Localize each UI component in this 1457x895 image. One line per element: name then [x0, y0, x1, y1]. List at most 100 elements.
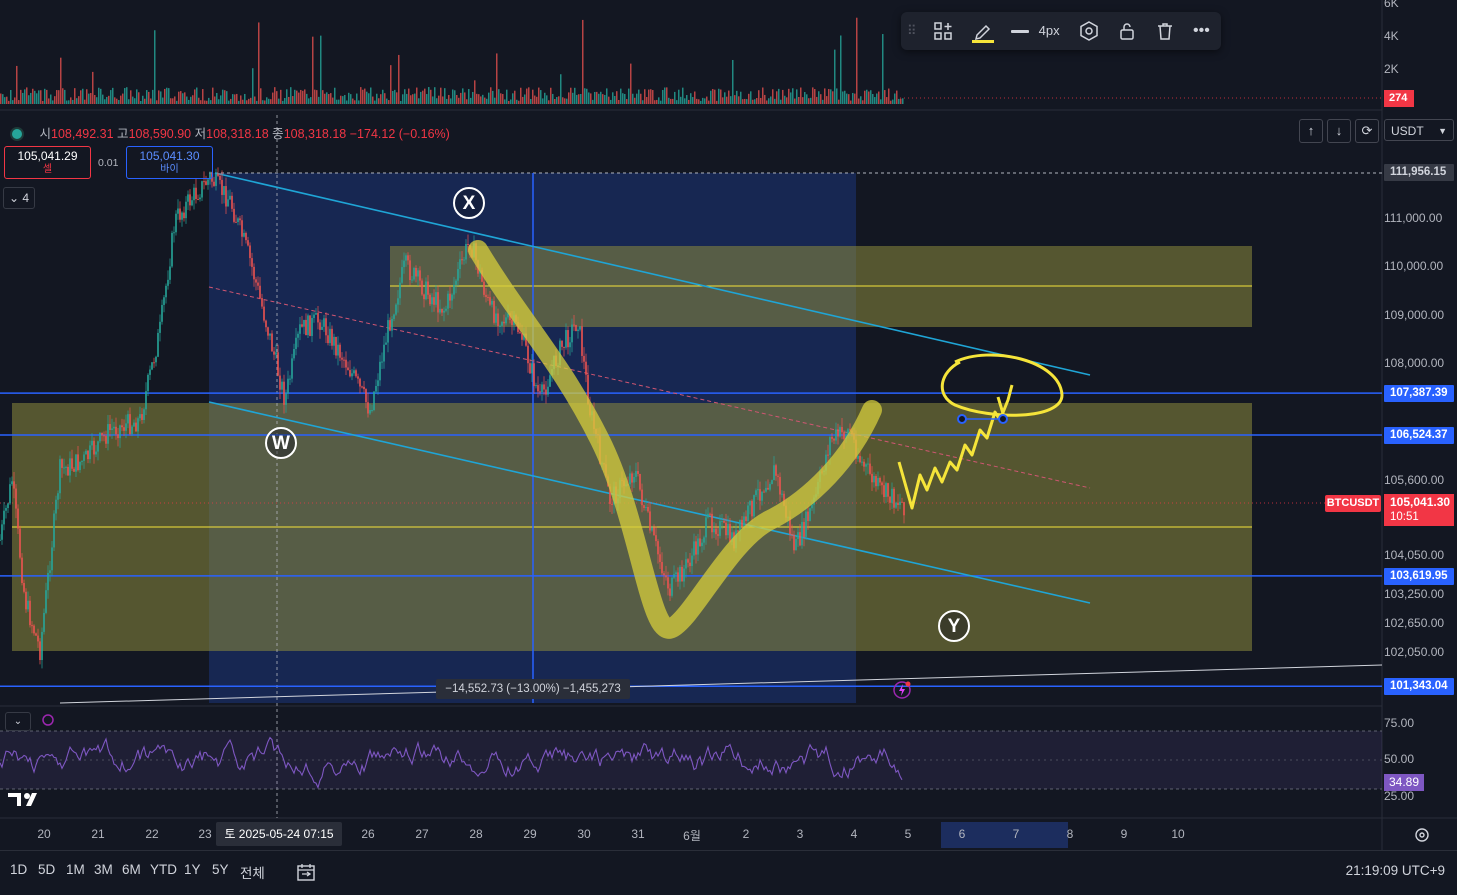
drag-handle-icon[interactable]: ⠿ [907, 21, 917, 41]
volume-bar [792, 88, 794, 104]
volume-bar [284, 97, 286, 104]
candle-body [175, 213, 177, 233]
volume-bar [612, 92, 614, 104]
time-axis-label: 30 [577, 827, 591, 841]
volume-bar [388, 100, 390, 104]
volume-bar [754, 99, 756, 104]
replay-button[interactable]: ⟳ [1355, 119, 1379, 143]
volume-bar [454, 90, 456, 104]
time-axis-label: 29 [523, 827, 537, 841]
candle-body [227, 199, 229, 207]
time-axis-label: 2 [742, 827, 750, 841]
time-axis-label: 4 [850, 827, 858, 841]
candle-body [295, 337, 297, 349]
timeframe-1[interactable]: 5D [38, 862, 55, 877]
lock-icon[interactable] [1117, 21, 1137, 41]
candle-body [243, 232, 245, 237]
candle-body [165, 285, 167, 298]
volume-bar [494, 97, 496, 104]
volume-bar [892, 99, 894, 104]
volume-bar [750, 91, 752, 104]
date-range-icon[interactable] [296, 862, 316, 885]
templates-icon[interactable] [933, 21, 953, 41]
candle-body [123, 427, 125, 431]
sell-button[interactable]: 105,041.29 셀 [4, 146, 91, 179]
volume-bar [808, 98, 810, 104]
pencil-color-icon[interactable] [971, 21, 995, 43]
volume-bar [560, 74, 562, 104]
clock[interactable]: 21:19:09 UTC+9 [1346, 863, 1445, 878]
candle-body [35, 633, 37, 636]
timeframe-5[interactable]: YTD [150, 862, 177, 877]
settings-icon[interactable] [1079, 21, 1099, 41]
volume-bar [480, 96, 482, 104]
volume-bar [164, 88, 166, 104]
volume-bar [362, 89, 364, 104]
timeframe-4[interactable]: 6M [122, 862, 141, 877]
drawing-toolbar: ⠿ 4px ••• [901, 12, 1221, 50]
time-axis-label: 27 [415, 827, 429, 841]
candle-body [457, 269, 459, 281]
wave-label-y[interactable]: Y [938, 610, 970, 642]
candle-body [21, 557, 23, 583]
candle-body [879, 477, 881, 483]
currency-select[interactable]: USDT ▼ [1384, 119, 1454, 141]
volume-bar [516, 99, 518, 104]
scroll-down-button[interactable]: ↓ [1327, 119, 1351, 143]
volume-bar [602, 94, 604, 104]
candle-body [217, 173, 219, 176]
volume-bar [744, 98, 746, 104]
volume-bar [176, 100, 178, 104]
candle-body [695, 541, 697, 555]
candle-body [765, 487, 767, 492]
candle-body [187, 194, 189, 202]
volume-bar [132, 96, 134, 104]
wave-label-w[interactable]: W [265, 427, 297, 459]
timeframe-0[interactable]: 1D [10, 862, 27, 877]
alert-icon[interactable] [892, 680, 912, 705]
candle-body [491, 300, 493, 305]
candle-body [891, 488, 893, 503]
timeframe-8[interactable]: 전체 [240, 862, 265, 882]
volume-bar [148, 91, 150, 104]
volume-bar [606, 88, 608, 104]
timeframe-3[interactable]: 3M [94, 862, 113, 877]
volume-bar [660, 100, 662, 104]
candle-body [89, 445, 91, 460]
volume-bar [794, 98, 796, 104]
indicators-collapse-button[interactable]: ⌄ 4 [3, 187, 35, 209]
volume-bar [76, 98, 78, 104]
volume-bar [478, 94, 480, 104]
buy-button[interactable]: 105,041.30 바이 [126, 146, 213, 179]
trash-icon[interactable] [1155, 21, 1175, 41]
candle-body [329, 328, 331, 344]
candle-body [17, 508, 19, 529]
candle-body [171, 232, 173, 267]
time-axis-label: 26 [361, 827, 375, 841]
candle-body [871, 473, 873, 483]
timeframe-2[interactable]: 1M [66, 862, 85, 877]
timeframe-6[interactable]: 1Y [184, 862, 201, 877]
rsi-collapse-button[interactable]: ⌄ [5, 712, 31, 731]
volume-bar [130, 90, 132, 104]
volume-bar [444, 88, 446, 104]
volume-bar [146, 90, 148, 104]
volume-bar [274, 87, 276, 104]
current-price-badge: 105,041.30 10:51 [1384, 494, 1454, 526]
candle-body [493, 300, 495, 323]
candle-body [423, 294, 425, 300]
candle-body [155, 356, 157, 363]
timeframe-7[interactable]: 5Y [212, 862, 229, 877]
volume-bar [840, 35, 842, 104]
line-width-button[interactable]: 4px [1011, 21, 1060, 41]
measure-label: −14,552.73 (−13.00%) −1,455,273 [436, 679, 630, 699]
settings-gear-icon[interactable] [1413, 826, 1431, 849]
candle-body [797, 532, 799, 540]
more-icon[interactable]: ••• [1193, 21, 1210, 41]
scroll-up-button[interactable]: ↑ [1299, 119, 1323, 143]
candle-body [563, 346, 565, 348]
wave-label-x[interactable]: X [453, 187, 485, 219]
volume-bar [546, 95, 548, 104]
candle-body [125, 423, 127, 431]
candle-body [143, 409, 145, 420]
